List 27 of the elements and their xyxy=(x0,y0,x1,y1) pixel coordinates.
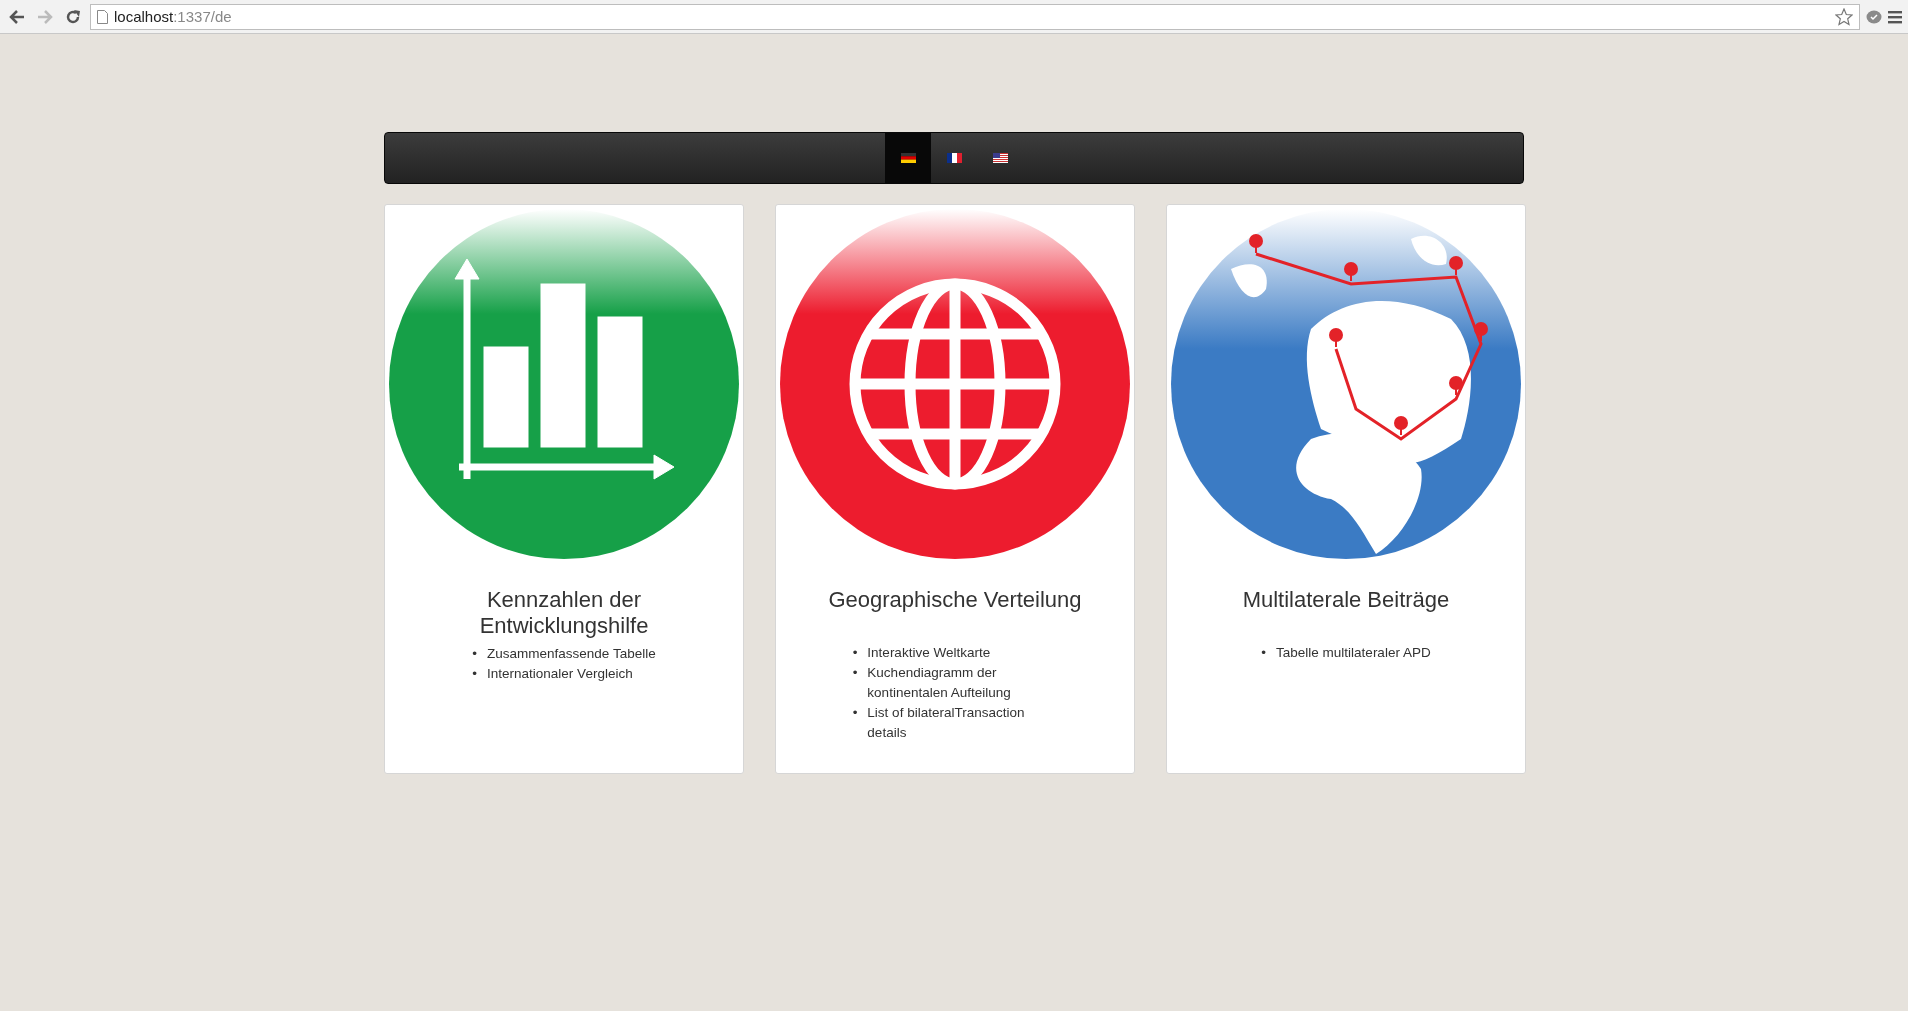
card-title: Kennzahlen der Entwicklungshilfe xyxy=(478,587,650,640)
back-arrow-icon xyxy=(9,9,25,24)
list-item: List of bilateralTransaction details xyxy=(867,704,1026,742)
german-flag-icon xyxy=(900,153,916,163)
list-item: Interaktive Weltkarte xyxy=(867,644,991,662)
bullet: • xyxy=(852,664,858,682)
us-flag-icon xyxy=(992,153,1008,163)
page-icon xyxy=(97,9,108,24)
reload-icon xyxy=(65,8,81,25)
list-item: Tabelle multilateraler APD xyxy=(1276,644,1431,662)
address-field[interactable]: localhost:1337/de xyxy=(90,3,1860,30)
list-item: Internationaler Vergleich xyxy=(487,664,633,683)
bullet: • xyxy=(472,664,478,683)
forward-arrow-icon xyxy=(37,9,53,24)
bullet: • xyxy=(852,704,858,722)
french-flag-icon xyxy=(946,153,962,163)
bullet: • xyxy=(1261,644,1267,662)
bullet: • xyxy=(852,644,858,662)
list-item: Zusammenfassende Tabelle xyxy=(487,644,656,663)
list-item: Kuchendiagramm der kontinentalen Aufteilung xyxy=(867,664,1012,702)
bullet: • xyxy=(472,644,478,663)
star-icon[interactable] xyxy=(1835,7,1853,26)
menu-icon[interactable] xyxy=(1888,9,1902,24)
url-text: localhost:1337/de xyxy=(114,8,232,25)
extension-icon[interactable] xyxy=(1866,9,1882,24)
card-title: Geographische Verteilung xyxy=(827,587,1083,614)
card-title: Multilaterale Beiträge xyxy=(1241,587,1451,614)
